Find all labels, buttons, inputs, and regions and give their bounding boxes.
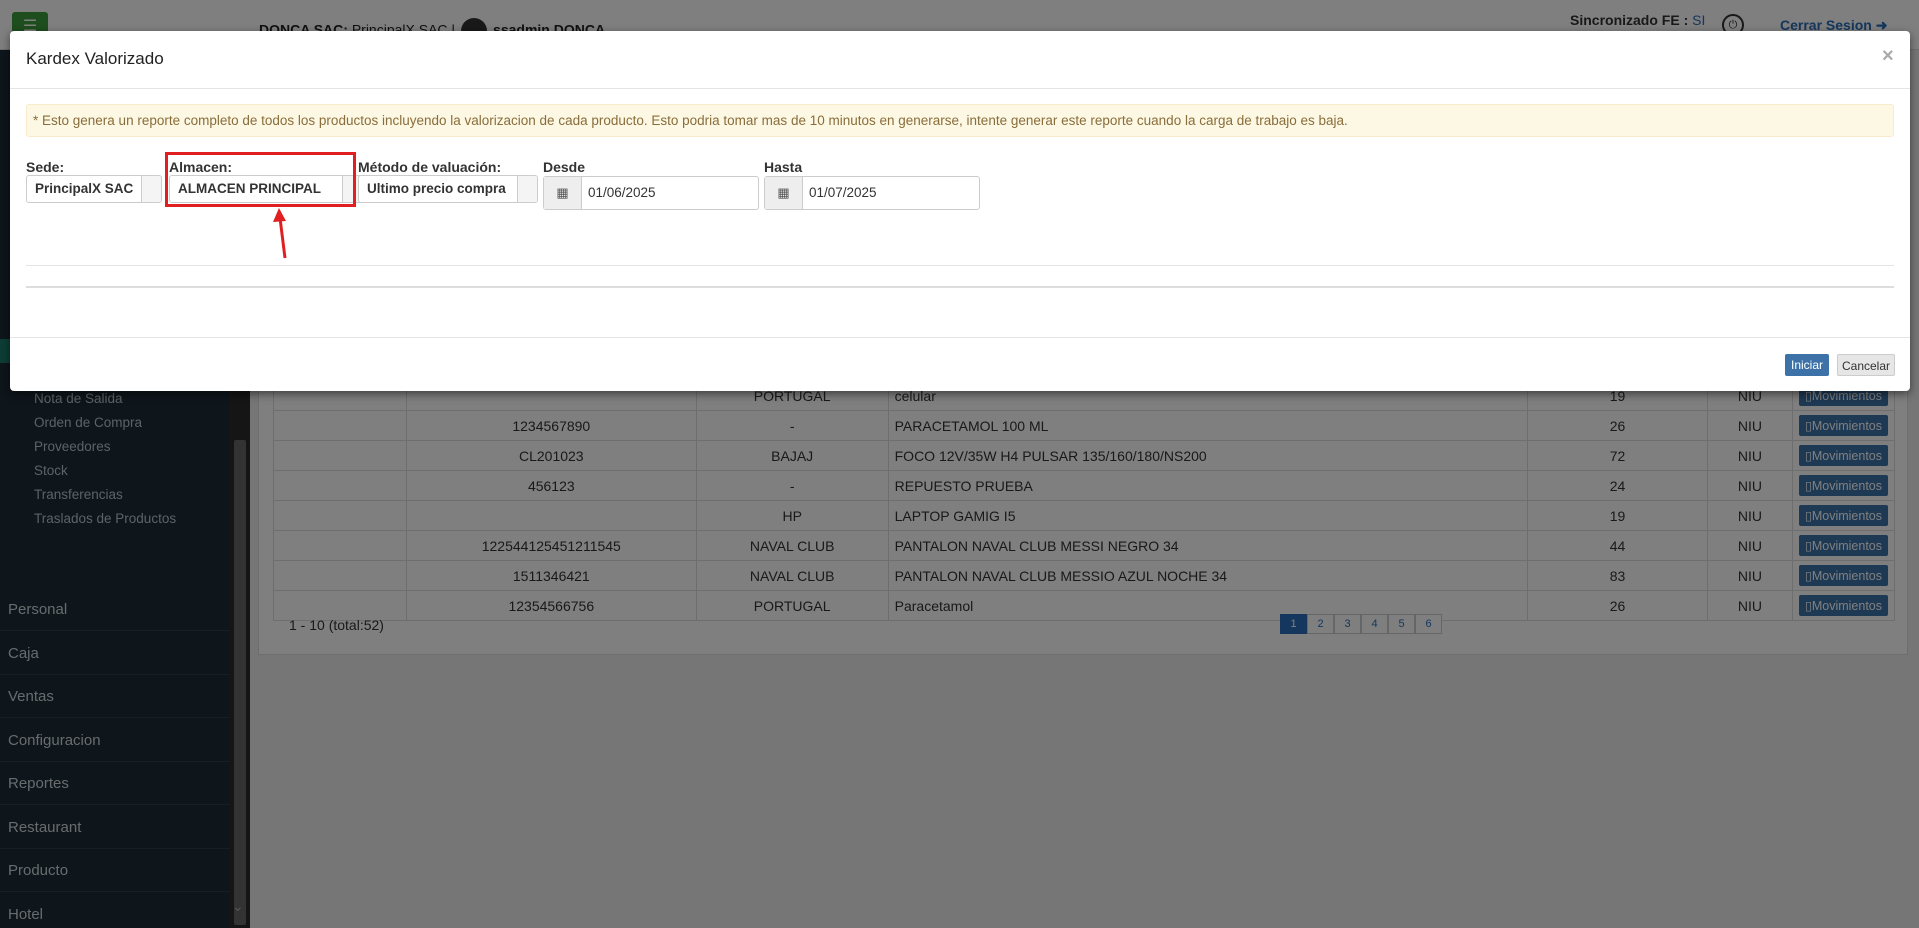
- iniciar-button[interactable]: Iniciar: [1785, 354, 1829, 376]
- metodo-select[interactable]: Ultimo precio compra: [358, 175, 538, 203]
- divider: [26, 286, 1894, 288]
- hasta-label: Hasta: [764, 159, 803, 175]
- modal-footer-divider: [10, 337, 1910, 338]
- modal-header: Kardex Valorizado ×: [10, 31, 1910, 89]
- annotation-arrow-icon: [273, 208, 287, 259]
- calendar-icon[interactable]: ▦: [544, 177, 582, 209]
- metodo-label: Método de valuación:: [358, 159, 502, 175]
- divider: [26, 265, 1894, 266]
- caret-icon: [141, 176, 161, 202]
- annotation-highlight-box: [165, 152, 356, 207]
- cancelar-button[interactable]: Cancelar: [1837, 354, 1895, 376]
- hasta-date-input[interactable]: ▦ 01/07/2025: [764, 176, 980, 210]
- sede-select[interactable]: PrincipalX SAC: [26, 175, 162, 203]
- modal-title: Kardex Valorizado: [26, 49, 164, 68]
- desde-label: Desde: [543, 159, 586, 175]
- calendar-icon[interactable]: ▦: [765, 177, 803, 209]
- close-icon[interactable]: ×: [1882, 45, 1894, 68]
- sede-label: Sede:: [26, 159, 65, 175]
- warning-alert: * Esto genera un reporte completo de tod…: [26, 104, 1894, 137]
- desde-date-input[interactable]: ▦ 01/06/2025: [543, 176, 759, 210]
- caret-icon: [517, 176, 537, 202]
